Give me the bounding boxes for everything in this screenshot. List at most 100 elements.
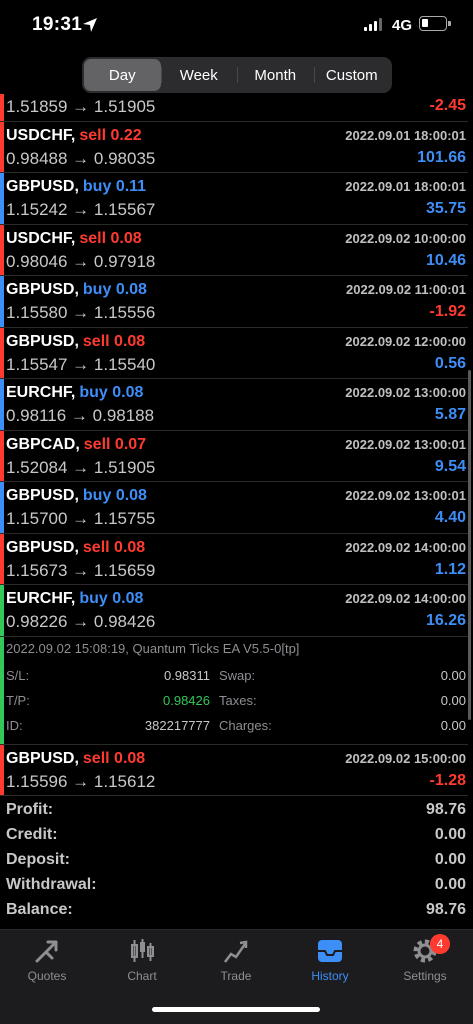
tab-label: Trade — [220, 969, 252, 983]
side-indicator — [0, 173, 4, 224]
deal-volume: 0.08 — [112, 384, 144, 401]
summary-value: 0.00 — [434, 826, 466, 843]
deal-row[interactable]: GBPUSD, sell 0.08 2022.09.02 15:00:00 1.155… — [0, 744, 468, 796]
period-segmented-control: Day Week Month Custom — [82, 57, 392, 93]
deal-title: GBPUSD, buy 0.08 — [6, 281, 147, 299]
swap-value: 0.00 — [440, 667, 466, 683]
network-type: 4G — [392, 17, 413, 34]
deal-prices: 1.15242 → 1.15567 — [6, 200, 156, 219]
deal-side: buy — [82, 178, 112, 195]
deal-symbol: GBPUSD, — [6, 749, 79, 767]
deal-volume: 0.08 — [115, 487, 147, 504]
side-indicator — [0, 482, 4, 533]
deal-datetime: 2022.09.02 13:00:01 — [345, 488, 466, 503]
deal-profit: 16.26 — [425, 612, 466, 629]
deal-prices: 1.52084 → 1.51905 — [6, 457, 156, 477]
deal-side: buy — [82, 281, 112, 298]
deal-symbol: GBPUSD, — [6, 281, 79, 298]
tab-day[interactable]: Day — [84, 59, 161, 91]
deal-title: GBPUSD, buy 0.11 — [6, 178, 146, 196]
tp-label: T/P: — [6, 692, 30, 708]
deal-detail-panel: 2022.09.02 15:08:19, Quantum Ticks EA V5… — [0, 636, 468, 745]
deal-prices: 0.98226 → 0.98426 — [6, 612, 156, 631]
deal-row[interactable]: GBPUSD, sell 0.08 2022.09.02 14:00:00 1.156… — [0, 533, 468, 585]
sl-label: S/L: — [6, 667, 30, 683]
tab-trade[interactable]: Trade — [189, 936, 283, 992]
deal-title: GBPCAD, sell 0.07 — [6, 436, 146, 454]
tp-value: 0.98426 — [163, 692, 210, 708]
deal-row[interactable]: GBPUSD, buy 0.08 2022.09.02 11:00:01 1.1558… — [0, 276, 468, 328]
deal-profit: -1.92 — [429, 303, 466, 320]
history-list[interactable]: 1.51859 → 1.51905 -2.45 USDCHF, sell 0.22 20… — [0, 94, 473, 929]
tab-week[interactable]: Week — [160, 59, 238, 91]
side-indicator — [0, 327, 4, 378]
deal-datetime: 2022.09.02 13:00:01 — [345, 436, 466, 452]
deal-datetime: 2022.09.02 11:00:01 — [346, 282, 466, 297]
deal-profit: 0.56 — [434, 354, 466, 372]
deal-title: GBPUSD, sell 0.08 — [6, 750, 145, 768]
summary-value: 98.76 — [425, 801, 466, 818]
deal-symbol: EURCHF, — [6, 384, 76, 401]
deal-side: sell — [82, 749, 110, 767]
deal-side: sell — [82, 332, 110, 350]
account-summary: Profit: 98.76 Credit: 0.00 Deposit: 0.00 Withd… — [0, 796, 468, 926]
deal-profit: -1.28 — [429, 771, 466, 789]
taxes-value: 0.00 — [440, 692, 466, 708]
deal-row[interactable]: GBPUSD, sell 0.08 2022.09.02 12:00:00 1.155… — [0, 327, 468, 379]
deal-row[interactable]: USDCHF, sell 0.08 2022.09.02 10:00:00 0.980… — [0, 224, 468, 276]
tab-history[interactable]: History — [283, 936, 377, 992]
deal-volume: 0.08 — [110, 229, 142, 247]
tab-month[interactable]: Month — [237, 59, 314, 91]
deal-side: buy — [79, 590, 108, 607]
deal-title: EURCHF, buy 0.08 — [6, 384, 143, 402]
tab-settings[interactable]: 4 Settings — [378, 934, 472, 992]
deal-row[interactable]: GBPCAD, sell 0.07 2022.09.02 13:00:01 1.520… — [0, 430, 468, 482]
deal-side: sell — [79, 229, 107, 247]
summary-label: Credit: — [6, 826, 58, 843]
deal-side: sell — [83, 435, 111, 453]
deal-volume: 0.08 — [114, 538, 146, 556]
summary-label: Balance: — [6, 901, 73, 918]
deal-title: EURCHF, buy 0.08 — [6, 590, 143, 608]
scrollbar[interactable] — [468, 370, 471, 720]
deal-row[interactable]: GBPUSD, buy 0.11 2022.09.01 18:00:01 1.1524… — [0, 173, 468, 225]
deal-prices: 1.15547 → 1.15540 — [6, 354, 156, 374]
summary-row: Withdrawal: 0.00 — [0, 873, 468, 898]
cellular-signal-icon — [364, 18, 382, 31]
side-indicator — [0, 121, 4, 172]
tab-label: Chart — [127, 969, 157, 983]
settings-badge: 4 — [430, 934, 450, 954]
tab-chart[interactable]: Chart — [95, 936, 189, 992]
deal-volume: 0.08 — [114, 332, 146, 350]
deal-profit: 4.40 — [434, 509, 466, 526]
deal-row[interactable]: EURCHF, buy 0.08 2022.09.02 14:00:00 0.9822… — [0, 585, 468, 637]
summary-row: Profit: 98.76 — [0, 798, 468, 823]
status-bar: 19:31 4G — [0, 0, 473, 52]
summary-row: Deposit: 0.00 — [0, 848, 468, 873]
deal-row[interactable]: EURCHF, buy 0.08 2022.09.02 13:00:00 0.9811… — [0, 379, 468, 431]
side-indicator — [0, 379, 4, 430]
deal-prices: 1.15580 → 1.15556 — [6, 303, 156, 322]
deal-side: sell — [79, 126, 107, 144]
deal-datetime: 2022.09.02 15:00:00 — [345, 750, 466, 766]
deal-row[interactable]: USDCHF, sell 0.22 2022.09.01 18:00:01 0.984… — [0, 121, 468, 173]
deal-datetime: 2022.09.02 13:00:00 — [345, 385, 466, 400]
deal-symbol: USDCHF, — [6, 229, 76, 247]
deal-prices: 1.15596 → 1.15612 — [6, 771, 156, 791]
deal-side: sell — [82, 538, 110, 556]
battery-icon — [419, 16, 451, 31]
history-icon — [318, 940, 342, 962]
deal-symbol: USDCHF, — [6, 126, 76, 144]
deal-title: GBPUSD, buy 0.08 — [6, 487, 147, 505]
side-indicator — [0, 533, 4, 584]
deal-row[interactable]: 1.51859 → 1.51905 -2.45 — [0, 94, 468, 122]
tab-custom[interactable]: Custom — [313, 59, 391, 91]
deal-symbol: GBPUSD, — [6, 332, 79, 350]
deal-prices: 1.15673 → 1.15659 — [6, 560, 156, 580]
status-time: 19:31 — [32, 14, 83, 35]
tab-quotes[interactable]: Quotes — [0, 936, 94, 992]
charges-value: 0.00 — [440, 717, 466, 733]
deal-symbol: GBPUSD, — [6, 178, 79, 195]
summary-label: Deposit: — [6, 851, 70, 868]
deal-row[interactable]: GBPUSD, buy 0.08 2022.09.02 13:00:01 1.1570… — [0, 482, 468, 534]
